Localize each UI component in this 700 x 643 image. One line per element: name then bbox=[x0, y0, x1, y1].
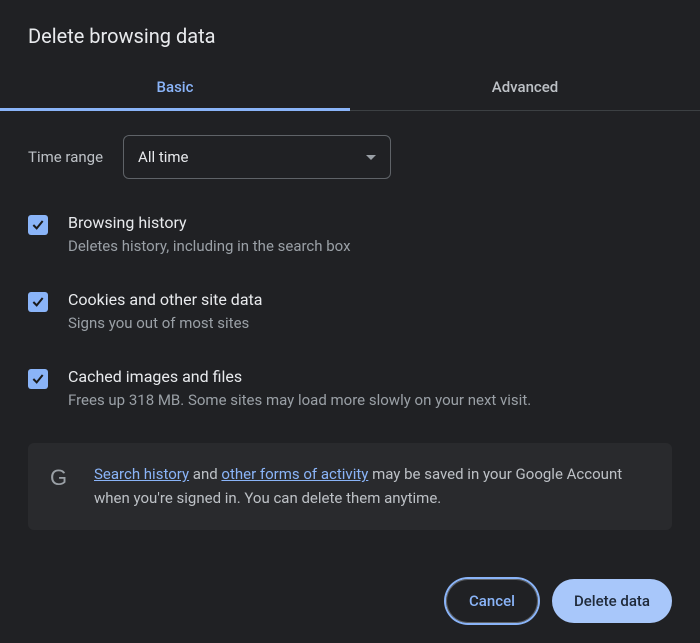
option-cookies: Cookies and other site data Signs you ou… bbox=[28, 290, 672, 335]
option-browsing-history: Browsing history Deletes history, includ… bbox=[28, 213, 672, 258]
time-range-select[interactable]: All time bbox=[123, 135, 391, 179]
delete-data-button[interactable]: Delete data bbox=[552, 579, 672, 623]
check-icon bbox=[30, 217, 46, 233]
option-text: Browsing history Deletes history, includ… bbox=[68, 213, 672, 258]
cancel-button[interactable]: Cancel bbox=[446, 579, 538, 623]
tabs: Basic Advanced bbox=[0, 66, 700, 111]
option-text: Cookies and other site data Signs you ou… bbox=[68, 290, 672, 335]
option-cached: Cached images and files Frees up 318 MB.… bbox=[28, 367, 672, 412]
dialog-title: Delete browsing data bbox=[0, 24, 700, 66]
chevron-down-icon bbox=[366, 155, 376, 160]
checkbox-browsing-history[interactable] bbox=[28, 215, 48, 235]
option-title: Cookies and other site data bbox=[68, 290, 672, 309]
check-icon bbox=[30, 371, 46, 387]
time-range-value: All time bbox=[138, 148, 188, 166]
check-icon bbox=[30, 294, 46, 310]
delete-browsing-data-dialog: Delete browsing data Basic Advanced Time… bbox=[0, 0, 700, 530]
time-range-row: Time range All time bbox=[28, 135, 672, 179]
info-box: G Search history and other forms of acti… bbox=[28, 443, 672, 530]
tab-basic[interactable]: Basic bbox=[0, 66, 350, 110]
dialog-body: Time range All time Browsing history Del… bbox=[0, 111, 700, 530]
option-desc: Signs you out of most sites bbox=[68, 313, 672, 335]
info-mid: and bbox=[189, 465, 221, 483]
option-text: Cached images and files Frees up 318 MB.… bbox=[68, 367, 672, 412]
dialog-footer: Cancel Delete data bbox=[446, 579, 672, 623]
link-other-activity[interactable]: other forms of activity bbox=[221, 465, 368, 483]
option-title: Browsing history bbox=[68, 213, 672, 232]
option-title: Cached images and files bbox=[68, 367, 672, 386]
google-icon: G bbox=[50, 465, 76, 491]
link-search-history[interactable]: Search history bbox=[94, 465, 189, 483]
tab-advanced[interactable]: Advanced bbox=[350, 66, 700, 110]
info-text: Search history and other forms of activi… bbox=[94, 463, 650, 510]
checkbox-cookies[interactable] bbox=[28, 292, 48, 312]
option-desc: Deletes history, including in the search… bbox=[68, 236, 672, 258]
option-desc: Frees up 318 MB. Some sites may load mor… bbox=[68, 390, 672, 412]
time-range-label: Time range bbox=[28, 148, 103, 166]
checkbox-cached[interactable] bbox=[28, 369, 48, 389]
